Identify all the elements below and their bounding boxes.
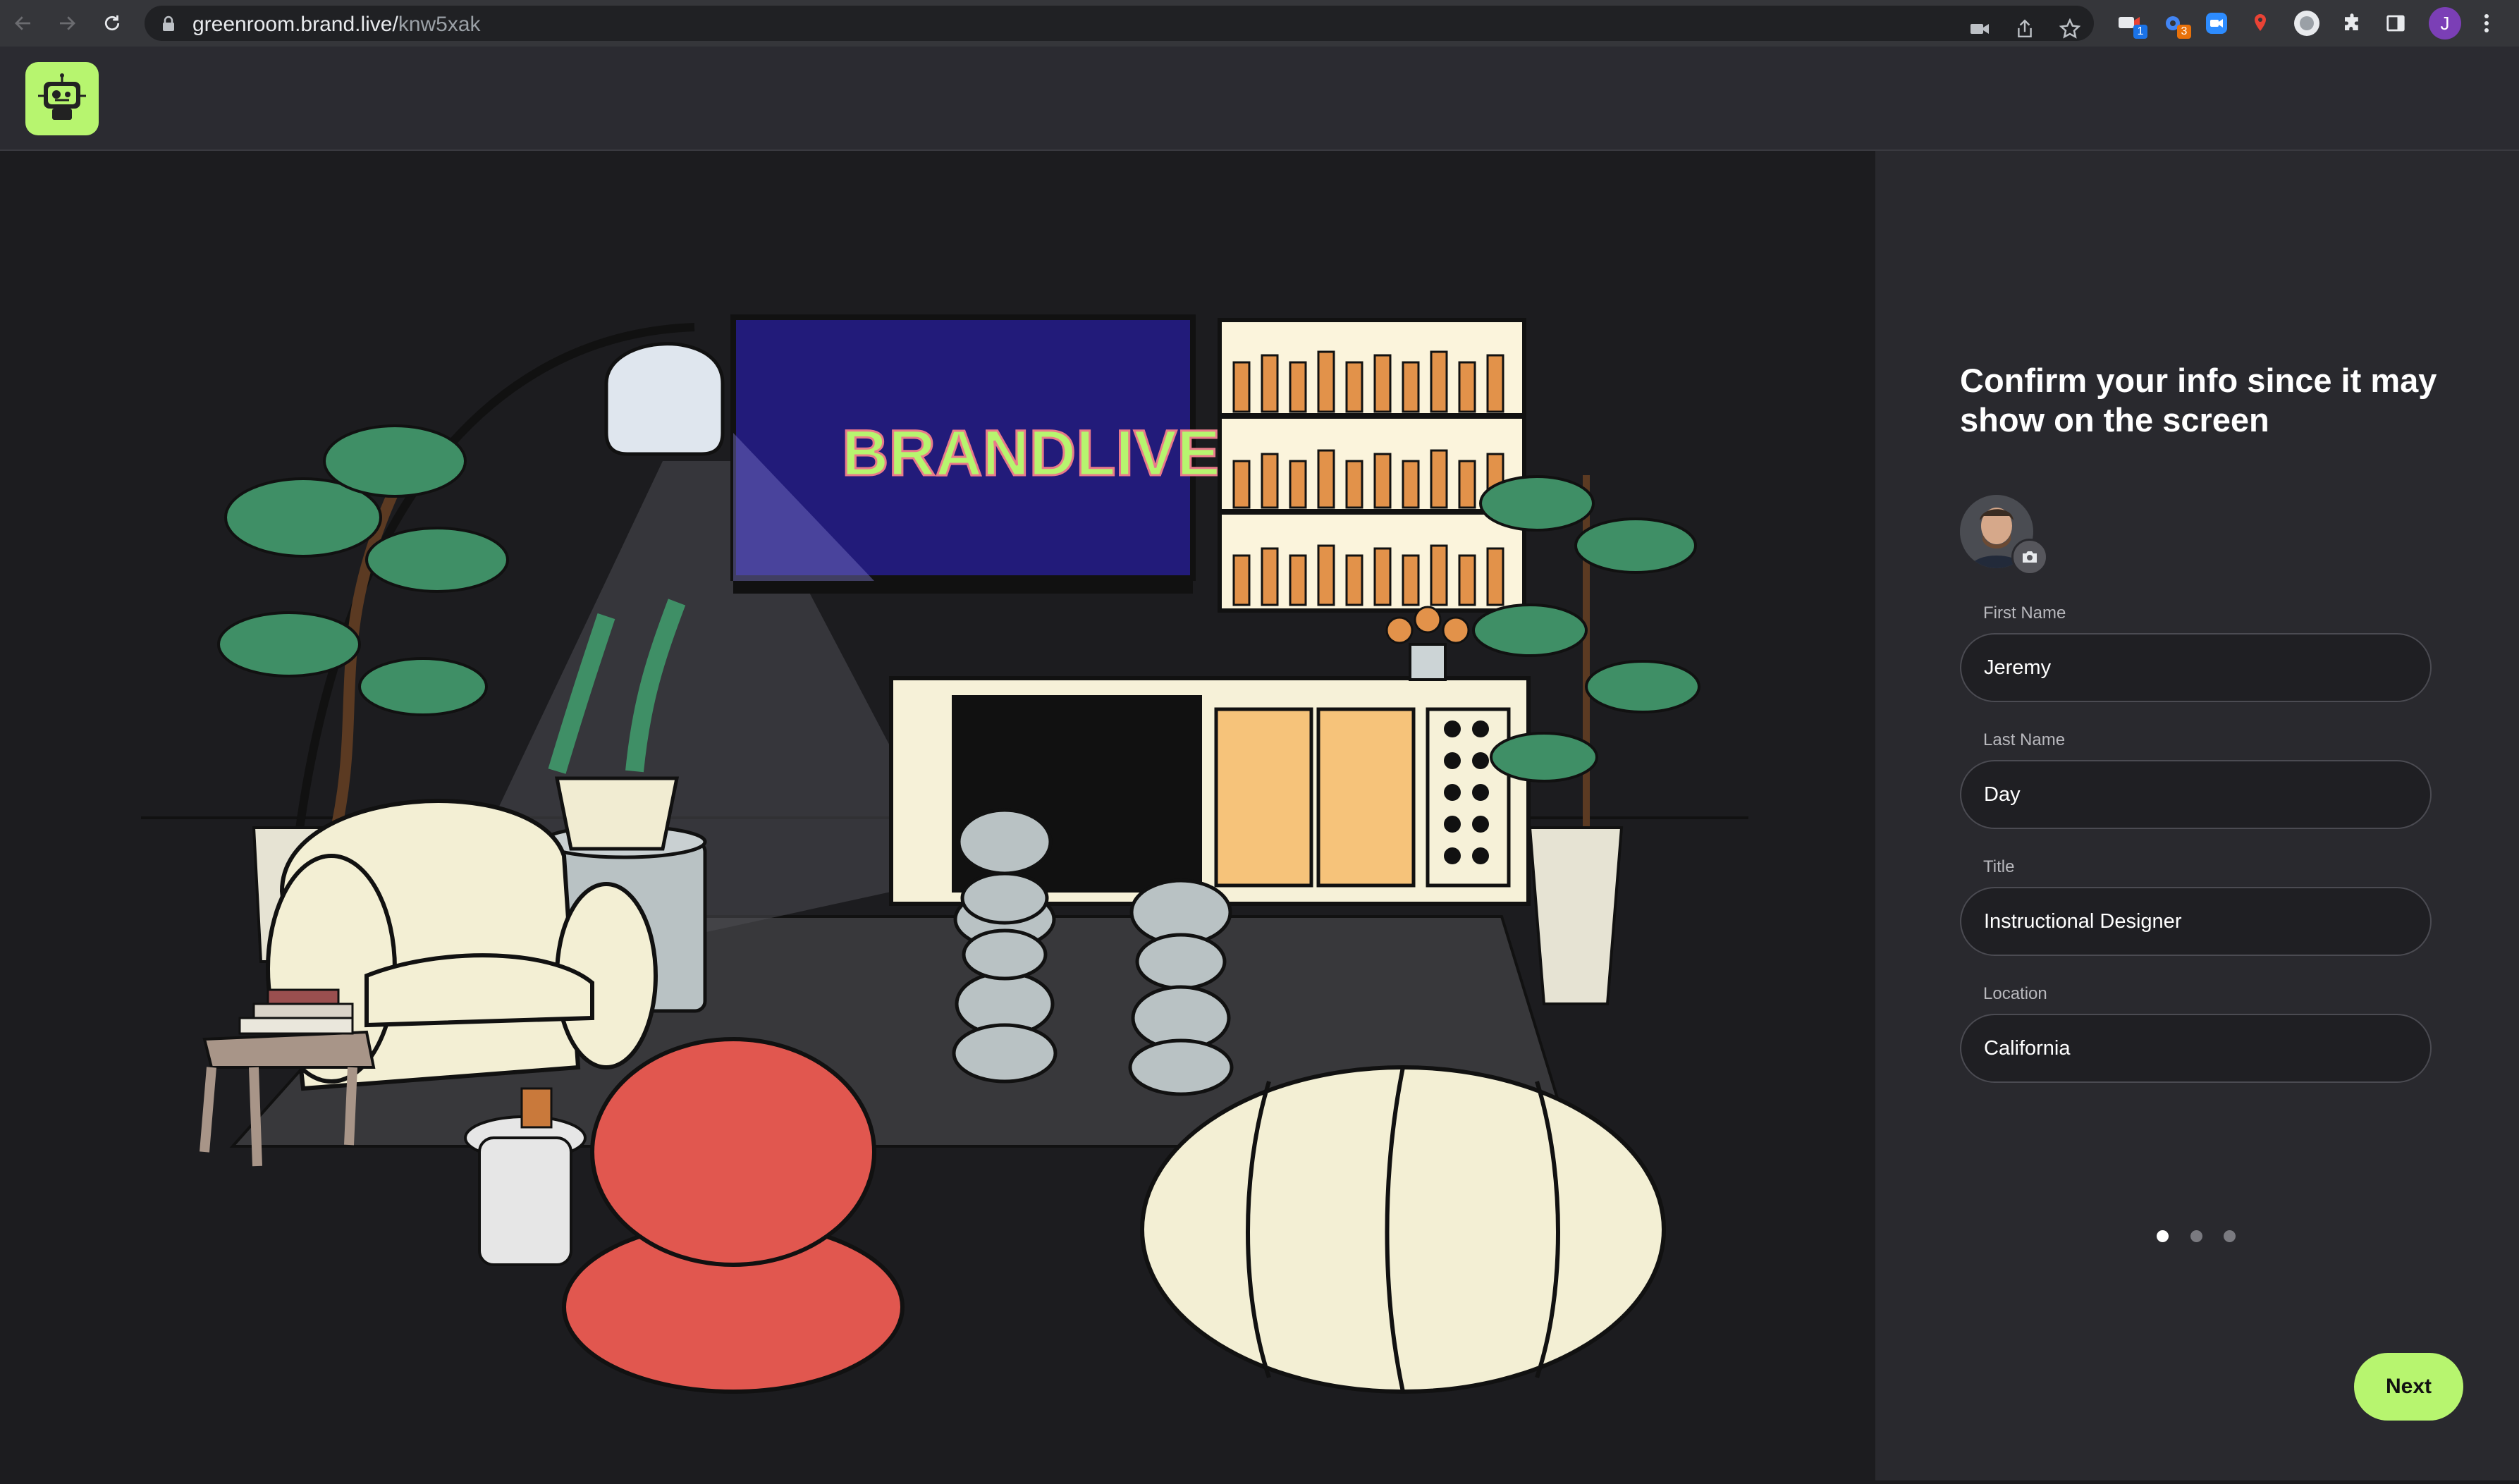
extension-2-badge: 3 — [2177, 25, 2191, 39]
side-panel-button[interactable] — [2379, 6, 2413, 40]
flower-vase — [1385, 606, 1470, 681]
more-vertical-icon — [2484, 14, 2489, 32]
extension-1-badge: 1 — [2133, 25, 2147, 39]
browser-menu-button[interactable] — [2470, 6, 2503, 40]
url-host: greenroom.brand.live/ — [192, 13, 398, 36]
url-text: greenroom.brand.live/knw5xak — [192, 13, 481, 37]
brandlive-logo[interactable] — [25, 62, 99, 135]
tv-brand-text: BRANDLIVE — [842, 417, 1220, 489]
share-button[interactable] — [2007, 11, 2042, 47]
red-pouf — [562, 1037, 905, 1394]
back-arrow-icon — [15, 16, 30, 30]
last-name-label: Last Name — [1983, 730, 2066, 749]
lounge-illustration: BRANDLIVE — [141, 314, 1748, 1394]
lock-icon — [163, 16, 174, 31]
fridge-middle — [1316, 707, 1416, 888]
zoom-icon — [2206, 13, 2227, 34]
stool-left — [952, 808, 1058, 1084]
extension-1-button[interactable]: 1 — [2112, 6, 2147, 40]
change-photo-button[interactable] — [2011, 539, 2048, 575]
forward-button[interactable] — [49, 6, 85, 41]
wine-rack — [1426, 707, 1511, 888]
extensions-menu-button[interactable] — [2335, 6, 2369, 40]
pin-extension-icon — [2255, 14, 2266, 31]
side-panel-icon — [2386, 15, 2405, 32]
info-confirmation-panel: Confirm your info since it may show on t… — [1875, 151, 2519, 1480]
step-dot-3 — [2224, 1230, 2236, 1242]
star-icon — [2059, 18, 2080, 39]
step-dot-2 — [2190, 1230, 2202, 1242]
title-field[interactable] — [1960, 887, 2432, 956]
location-label: Location — [1983, 984, 2047, 1003]
share-icon — [2018, 19, 2032, 37]
greenroom-illustration-area: BRANDLIVE — [0, 151, 1875, 1480]
fridge-left — [1214, 707, 1313, 888]
app-header — [0, 47, 2519, 151]
camera-icon — [2023, 551, 2037, 563]
reload-button[interactable] — [94, 6, 130, 41]
cream-pouf — [1140, 1065, 1666, 1394]
forward-arrow-icon — [60, 16, 75, 30]
extension-2-button[interactable]: 3 — [2156, 6, 2191, 40]
first-name-label: First Name — [1983, 603, 2066, 623]
video-camera-icon — [1971, 24, 1989, 34]
confirm-info-heading: Confirm your info since it may show on t… — [1960, 362, 2437, 439]
robot-logo-icon — [38, 73, 86, 120]
address-bar[interactable]: greenroom.brand.live/knw5xak — [145, 6, 2094, 41]
reload-icon — [104, 15, 120, 31]
last-name-field[interactable] — [1960, 760, 2432, 829]
url-path: knw5xak — [398, 13, 481, 36]
step-dot-1 — [2157, 1230, 2169, 1242]
zoom-extension-button[interactable] — [2200, 6, 2233, 40]
extension-5-button[interactable] — [2290, 6, 2324, 40]
back-button[interactable] — [6, 6, 41, 41]
bookmark-button[interactable] — [2052, 11, 2088, 47]
camera-permission-button[interactable] — [1962, 11, 1997, 47]
location-field[interactable] — [1960, 1014, 2432, 1083]
profile-avatar-button[interactable]: J — [2429, 7, 2461, 39]
lamp-shade — [604, 342, 725, 456]
next-button[interactable]: Next — [2354, 1353, 2463, 1421]
title-label: Title — [1983, 857, 2015, 876]
browser-toolbar: greenroom.brand.live/knw5xak 1 3 J — [0, 0, 2519, 47]
first-name-field[interactable] — [1960, 633, 2432, 702]
puzzle-icon — [2345, 13, 2358, 30]
circle-extension-icon — [2294, 11, 2319, 36]
extension-4-button[interactable] — [2243, 6, 2277, 40]
